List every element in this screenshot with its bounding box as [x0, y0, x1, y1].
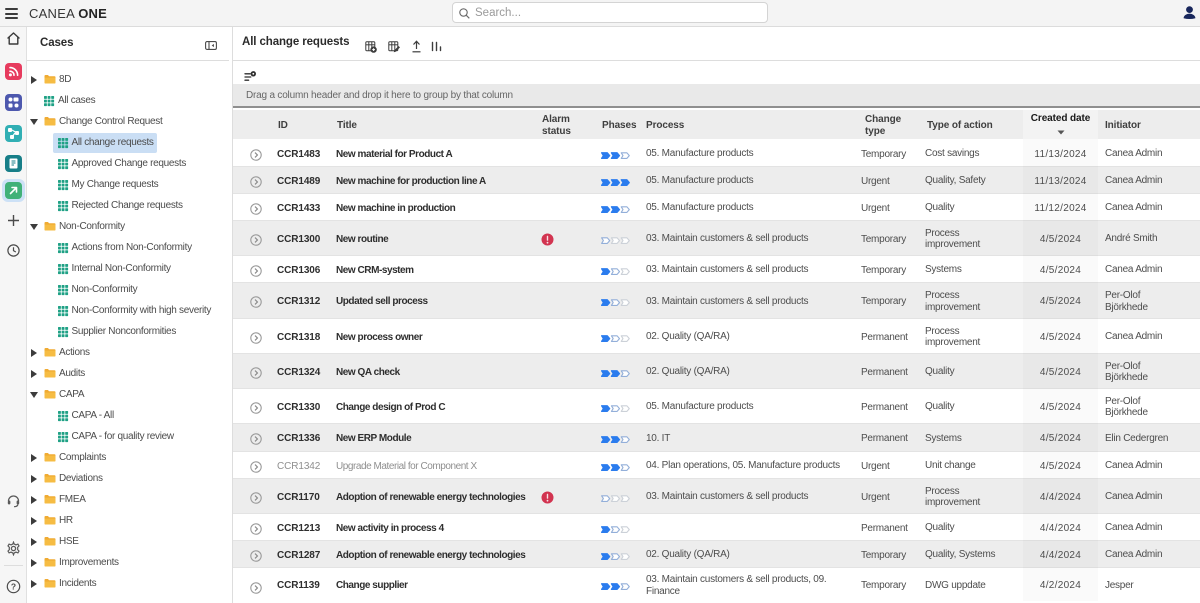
svg-text:?: ? — [11, 582, 16, 592]
